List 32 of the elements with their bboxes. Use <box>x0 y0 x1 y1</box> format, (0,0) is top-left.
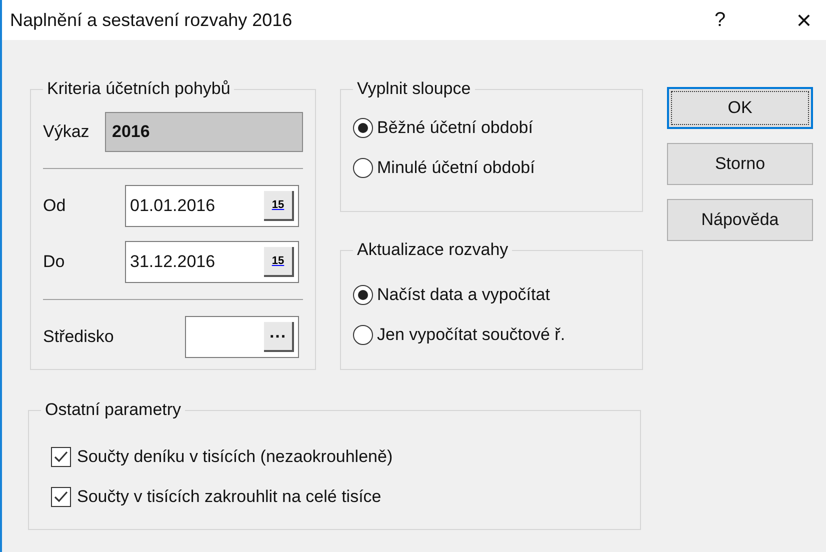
calendar-button[interactable]: 15 <box>264 191 294 221</box>
radio-button[interactable] <box>353 158 373 178</box>
dialog-button[interactable]: OK <box>667 87 813 129</box>
help-button[interactable]: ? <box>698 5 742 35</box>
radio-button[interactable] <box>353 285 373 305</box>
report-label: Výkaz <box>43 121 90 144</box>
check-icon <box>54 451 68 463</box>
report-field: 2016 <box>105 112 303 152</box>
checkbox[interactable] <box>51 447 71 467</box>
center-label: Středisko <box>43 326 115 348</box>
group-title: Kriteria účetních pohybů <box>43 78 234 100</box>
radio-button[interactable] <box>353 118 373 138</box>
center-field[interactable]: ··· <box>185 316 299 358</box>
radio-label: Načíst data a vypočítat <box>377 284 550 306</box>
checkbox-label: Součty v tisících zakrouhlit na celé tisíce <box>77 486 382 508</box>
close-button[interactable]: × <box>782 0 826 40</box>
dialog-button[interactable]: Nápověda <box>667 199 813 241</box>
radio-label: Běžné účetní období <box>377 117 533 140</box>
calendar-button[interactable]: 15 <box>264 247 294 277</box>
checkbox[interactable] <box>51 487 71 507</box>
radio-button[interactable] <box>353 325 373 345</box>
radio-label: Jen vypočítat součtové ř. <box>377 324 566 346</box>
from-label: Od <box>43 195 67 218</box>
date-field[interactable]: 01.01.2016 15 <box>125 185 299 227</box>
browse-button[interactable]: ··· <box>264 322 294 352</box>
checkbox-label: Součty deníku v tisících (nezaokrouhleně) <box>77 446 393 468</box>
dialog-button[interactable]: Storno <box>667 143 813 185</box>
to-label: Do <box>43 251 66 274</box>
date-field[interactable]: 31.12.2016 15 <box>125 241 299 283</box>
window-title: Naplnění a sestavení rozvahy 2016 <box>10 8 294 32</box>
radio-label: Minulé účetní období <box>377 157 535 180</box>
check-icon <box>54 491 68 503</box>
